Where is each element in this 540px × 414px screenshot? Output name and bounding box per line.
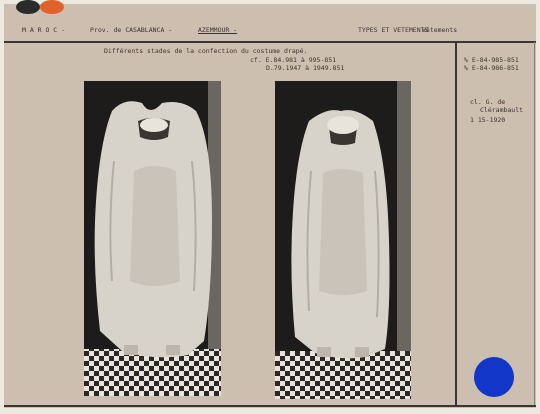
header-category: TYPES ET VETEMENTS — [358, 26, 429, 34]
photo-credit-line-1: cl. G. de — [470, 98, 506, 106]
photo-draped-costume-2 — [275, 81, 411, 399]
orange-tab-dot — [40, 0, 64, 14]
inventory-number-2: % E-84-986-851 — [464, 64, 519, 72]
caption-ref-2: D.79.1947 à 1949.851 — [266, 64, 345, 72]
black-tab-dot — [16, 0, 40, 14]
header-subcategory: Vêtements — [422, 26, 458, 34]
caption-ref-1: cf. E.84.981 à 995-851 — [250, 56, 337, 64]
footer-rule — [4, 405, 536, 407]
inventory-number-1: % E-84-985-851 — [464, 56, 519, 64]
header-country: M A R O C - — [22, 26, 66, 34]
header-province: Prov. de CASABLANCA - — [90, 26, 173, 34]
photo-draped-costume-1 — [84, 81, 221, 396]
photo-credit-line-2: Clérambault — [480, 106, 524, 114]
caption-title: Différents stades de la confection du co… — [104, 47, 308, 55]
column-divider — [455, 42, 457, 406]
blue-stamp-dot — [474, 357, 514, 397]
header-place: AZEMMOUR - — [198, 26, 238, 34]
right-edge — [534, 42, 535, 406]
photo-date: 1 15-1920 — [470, 116, 506, 124]
